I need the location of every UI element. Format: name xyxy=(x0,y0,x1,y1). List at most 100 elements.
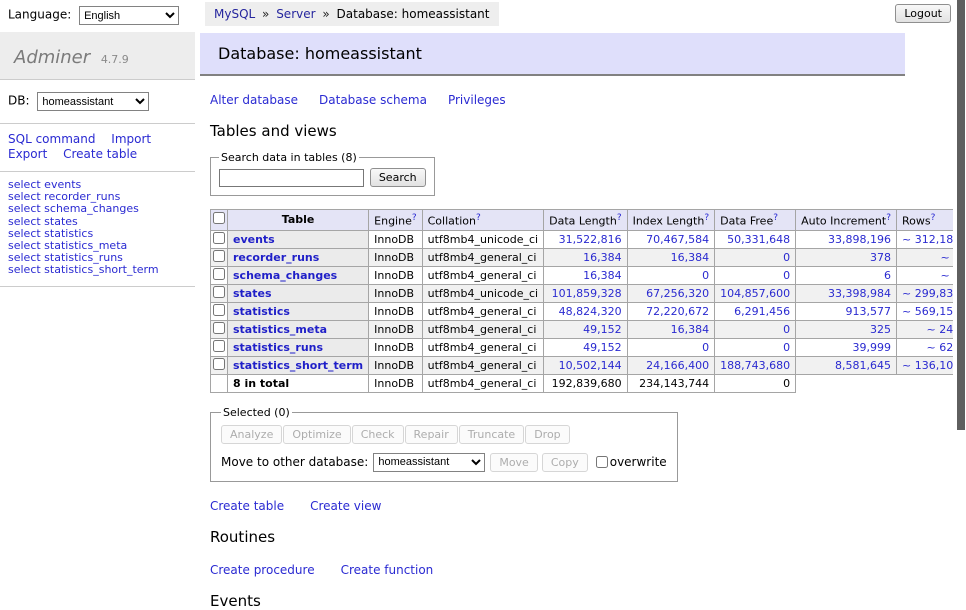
help-link-data-free[interactable]: ? xyxy=(773,213,778,223)
sidebar-item-select-schema-changes[interactable]: select schema_changes xyxy=(8,203,187,215)
rows-link[interactable]: ~ 136,108 xyxy=(902,359,960,372)
content: Alter databaseDatabase schemaPrivileges … xyxy=(200,93,905,610)
drop-button[interactable]: Drop xyxy=(525,425,569,444)
scrollbar-track[interactable] xyxy=(953,0,966,543)
index-length-link[interactable]: 67,256,320 xyxy=(646,287,709,300)
row-checkbox-statistics-runs[interactable] xyxy=(213,340,225,352)
data-free-link[interactable]: 104,857,600 xyxy=(720,287,790,300)
analyze-button[interactable]: Analyze xyxy=(221,425,282,444)
link-create-procedure[interactable]: Create procedure xyxy=(210,563,315,577)
data-length-link[interactable]: 16,384 xyxy=(583,269,622,282)
row-checkbox-states[interactable] xyxy=(213,286,225,298)
select-all-checkbox[interactable] xyxy=(213,212,225,224)
table-link-recorder-runs[interactable]: recorder_runs xyxy=(233,251,319,264)
breadcrumb-item-server[interactable]: Server xyxy=(276,7,315,21)
row-checkbox-events[interactable] xyxy=(213,232,225,244)
data-free-link[interactable]: 0 xyxy=(783,341,790,354)
auto-increment-link[interactable]: 33,398,984 xyxy=(828,287,891,300)
data-free-link[interactable]: 0 xyxy=(783,251,790,264)
link-database-schema[interactable]: Database schema xyxy=(319,93,427,107)
auto-increment-link[interactable]: 8,581,645 xyxy=(835,359,891,372)
data-free-link[interactable]: 6,291,456 xyxy=(734,305,790,318)
index-length-link[interactable]: 72,220,672 xyxy=(646,305,709,318)
truncate-button[interactable]: Truncate xyxy=(459,425,524,444)
row-checkbox-statistics-meta[interactable] xyxy=(213,322,225,334)
move-db-select[interactable]: homeassistant xyxy=(373,453,485,472)
help-link-collation[interactable]: ? xyxy=(476,213,481,223)
overwrite-checkbox[interactable] xyxy=(596,456,608,468)
breadcrumb-item-database-homeassistant: Database: homeassistant xyxy=(337,7,490,21)
data-free-link[interactable]: 188,743,680 xyxy=(720,359,790,372)
link-privileges[interactable]: Privileges xyxy=(448,93,506,107)
breadcrumb-item-mysql[interactable]: MySQL xyxy=(214,7,255,21)
index-length-link[interactable]: 24,166,400 xyxy=(646,359,709,372)
link-alter-database[interactable]: Alter database xyxy=(210,93,298,107)
data-free-cell: 188,743,680 xyxy=(715,356,796,374)
index-length-link[interactable]: 70,467,584 xyxy=(646,233,709,246)
auto-increment-cell: 378 xyxy=(796,248,897,266)
link-create-view[interactable]: Create view xyxy=(310,499,381,513)
auto-increment-link[interactable]: 6 xyxy=(884,269,891,282)
data-length-link[interactable]: 16,384 xyxy=(583,251,622,264)
help-link-index-length[interactable]: ? xyxy=(704,213,709,223)
auto-increment-link[interactable]: 325 xyxy=(870,323,891,336)
index-length-link[interactable]: 16,384 xyxy=(671,323,710,336)
index-length-cell: 72,220,672 xyxy=(627,302,715,320)
table-link-statistics[interactable]: statistics xyxy=(233,305,290,318)
logout-button[interactable]: Logout xyxy=(895,4,951,23)
data-length-link[interactable]: 48,824,320 xyxy=(559,305,622,318)
data-length-link[interactable]: 49,152 xyxy=(583,341,622,354)
sidebar-action-import[interactable]: Import xyxy=(111,132,151,146)
repair-button[interactable]: Repair xyxy=(405,425,458,444)
rows-link[interactable]: ~ 312,180 xyxy=(902,233,960,246)
language-select[interactable]: English xyxy=(79,6,179,25)
sidebar-item-select-states[interactable]: select states xyxy=(8,216,187,228)
auto-increment-link[interactable]: 913,577 xyxy=(846,305,892,318)
sidebar-action-export[interactable]: Export xyxy=(8,147,47,161)
data-free-link[interactable]: 50,331,648 xyxy=(727,233,790,246)
table-link-states[interactable]: states xyxy=(233,287,272,300)
data-length-link[interactable]: 101,859,328 xyxy=(552,287,622,300)
help-link-engine[interactable]: ? xyxy=(412,213,417,223)
data-free-link[interactable]: 0 xyxy=(783,323,790,336)
sidebar-action-create-table[interactable]: Create table xyxy=(63,147,137,161)
search-button[interactable]: Search xyxy=(370,168,426,187)
row-checkbox-statistics-short-term[interactable] xyxy=(213,358,225,370)
column-header-label: Engine xyxy=(374,215,412,228)
data-free-link[interactable]: 0 xyxy=(783,269,790,282)
db-select[interactable]: homeassistant xyxy=(37,92,149,111)
data-length-link[interactable]: 10,502,144 xyxy=(559,359,622,372)
help-link-auto-increment[interactable]: ? xyxy=(886,213,891,223)
table-link-statistics-runs[interactable]: statistics_runs xyxy=(233,341,323,354)
row-checkbox-statistics[interactable] xyxy=(213,304,225,316)
row-checkbox-schema-changes[interactable] xyxy=(213,268,225,280)
index-length-link[interactable]: 0 xyxy=(702,341,709,354)
data-length-link[interactable]: 49,152 xyxy=(583,323,622,336)
table-link-events[interactable]: events xyxy=(233,233,275,246)
link-create-table[interactable]: Create table xyxy=(210,499,284,513)
auto-increment-link[interactable]: 378 xyxy=(870,251,891,264)
sidebar-item-select-statistics-short-term[interactable]: select statistics_short_term xyxy=(8,264,187,276)
check-button[interactable]: Check xyxy=(352,425,404,444)
table-link-statistics-meta[interactable]: statistics_meta xyxy=(233,323,327,336)
move-button[interactable]: Move xyxy=(490,453,538,472)
index-length-link[interactable]: 16,384 xyxy=(671,251,710,264)
optimize-button[interactable]: Optimize xyxy=(283,425,350,444)
search-input[interactable] xyxy=(219,169,364,187)
row-checkbox-recorder-runs[interactable] xyxy=(213,250,225,262)
copy-button[interactable]: Copy xyxy=(542,453,588,472)
data-length-link[interactable]: 31,522,816 xyxy=(559,233,622,246)
help-link-data-length[interactable]: ? xyxy=(617,213,622,223)
auto-increment-link[interactable]: 39,999 xyxy=(853,341,892,354)
app-name[interactable]: Adminer xyxy=(14,47,90,68)
auto-increment-link[interactable]: 33,898,196 xyxy=(828,233,891,246)
rows-link[interactable]: ~ 299,833 xyxy=(902,287,960,300)
link-create-function[interactable]: Create function xyxy=(341,563,434,577)
index-length-link[interactable]: 0 xyxy=(702,269,709,282)
table-link-statistics-short-term[interactable]: statistics_short_term xyxy=(233,359,363,372)
table-link-schema-changes[interactable]: schema_changes xyxy=(233,269,337,282)
rows-link[interactable]: ~ 569,159 xyxy=(902,305,960,318)
scrollbar-thumb[interactable] xyxy=(957,0,965,430)
help-link-rows[interactable]: ? xyxy=(931,213,936,223)
sidebar-action-sql-command[interactable]: SQL command xyxy=(8,132,95,146)
